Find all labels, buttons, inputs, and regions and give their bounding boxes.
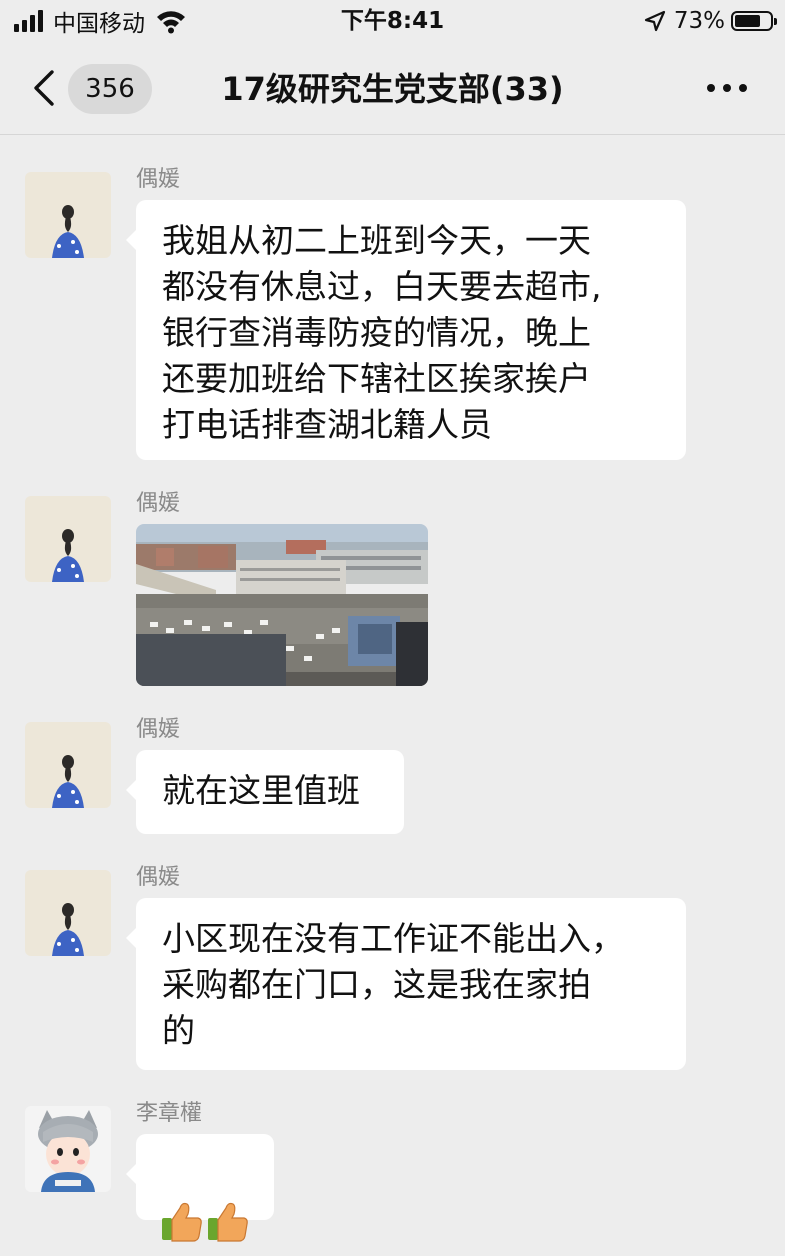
unread-count-badge[interactable]: 356	[68, 64, 152, 114]
thumbs-up-icon	[162, 1202, 248, 1242]
avatar[interactable]	[25, 172, 111, 258]
battery-percent: 73%	[673, 8, 725, 34]
status-bar: 中国移动 下午8:41 73%	[0, 0, 785, 42]
sender-name: 偶媛	[136, 167, 181, 192]
sender-name: 偶媛	[136, 491, 181, 516]
more-dots-icon[interactable]	[707, 84, 747, 92]
avatar[interactable]	[25, 1106, 111, 1192]
avatar[interactable]	[25, 496, 111, 582]
avatar[interactable]	[25, 870, 111, 956]
avatar[interactable]	[25, 722, 111, 808]
message-bubble[interactable]	[126, 1134, 274, 1242]
battery-icon	[731, 11, 777, 31]
chat-header: 356 17级研究生党支部(33)	[0, 42, 785, 135]
sender-name: 偶媛	[136, 717, 181, 742]
sender-name: 偶媛	[136, 865, 181, 890]
message-bubble[interactable]: 小区现在没有工作证不能出入， 采购都在门口，这是我在家拍 的	[126, 898, 686, 1070]
message-bubble[interactable]: 就在这里值班	[126, 750, 404, 834]
sender-name: 李章權	[136, 1101, 203, 1126]
chevron-left-icon[interactable]	[30, 68, 60, 108]
location-arrow-icon	[644, 10, 665, 32]
photo-message[interactable]	[136, 524, 428, 686]
message-bubble[interactable]: 我姐从初二上班到今天，一天 都没有休息过，白天要去超市, 银行查消毒防疫的情况，…	[126, 200, 686, 460]
